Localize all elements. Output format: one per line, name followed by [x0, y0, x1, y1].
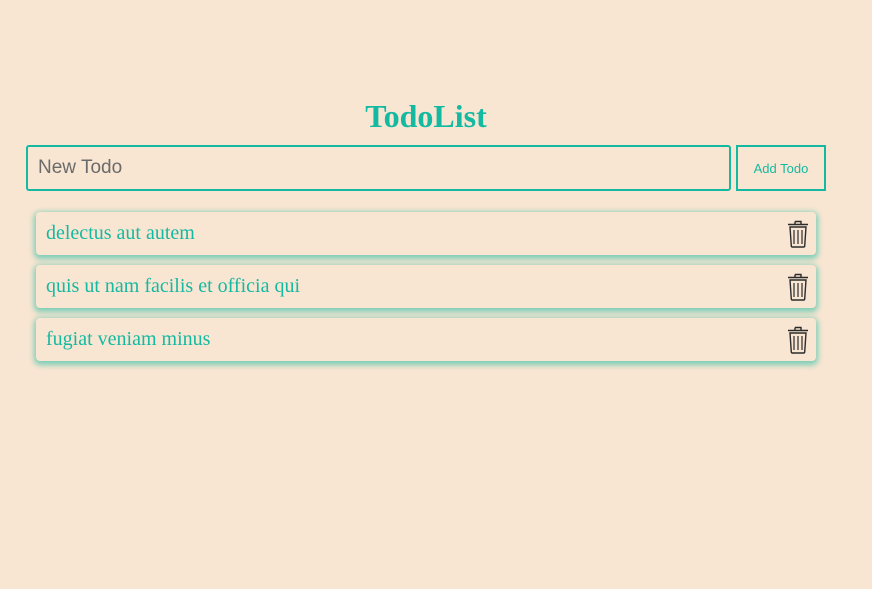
trash-icon[interactable] [786, 326, 810, 354]
trash-icon[interactable] [786, 220, 810, 248]
todo-app: TodoList Add Todo delectus aut autem qui… [0, 0, 872, 589]
todo-list: delectus aut autem quis ut nam facilis e… [36, 212, 816, 371]
todo-text: fugiat veniam minus [46, 328, 211, 350]
trash-icon[interactable] [786, 273, 810, 301]
add-todo-button[interactable]: Add Todo [736, 145, 826, 191]
todo-text: delectus aut autem [46, 222, 195, 244]
todo-item: fugiat veniam minus [36, 318, 816, 361]
todo-item: delectus aut autem [36, 212, 816, 255]
new-todo-input[interactable] [26, 145, 731, 191]
todo-item: quis ut nam facilis et officia qui [36, 265, 816, 308]
todo-text: quis ut nam facilis et officia qui [46, 275, 301, 297]
page-title: TodoList [365, 98, 487, 134]
